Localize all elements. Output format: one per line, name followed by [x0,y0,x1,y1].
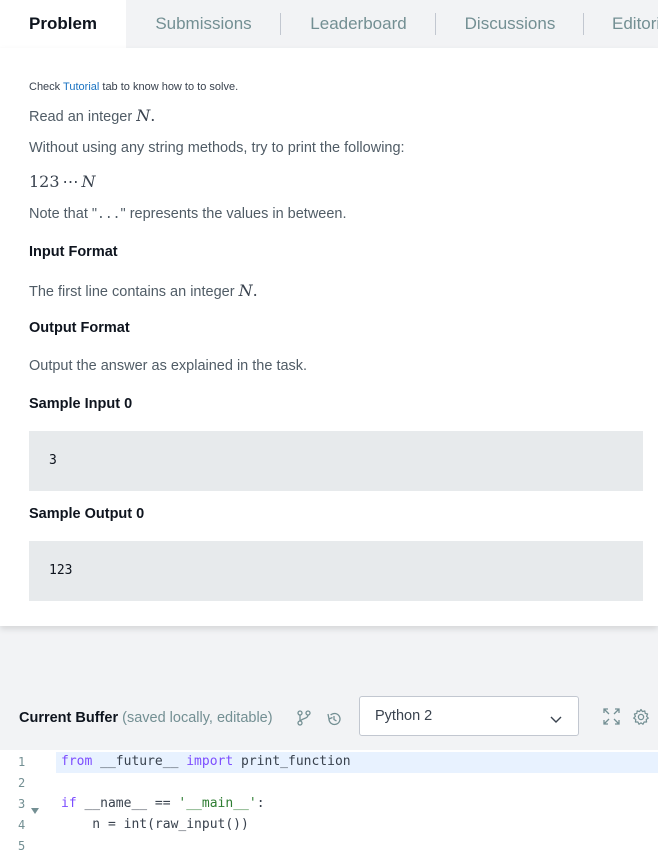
tutorial-hint: Check Tutorial tab to know how to to sol… [29,81,238,93]
tab-label: Leaderboard [310,14,407,33]
problem-tabs: Problem Submissions Leaderboard Discussi… [0,0,658,48]
tab-editorial[interactable]: Editorial [584,0,658,48]
gear-icon[interactable] [632,708,650,731]
note-code: ... [97,207,121,222]
math-punct: . [252,281,258,300]
note-prefix: Note that " [29,206,98,222]
code-token: if [61,796,77,811]
read-text: Read an integer [29,109,137,125]
history-icon[interactable] [326,711,342,732]
code-line[interactable]: 4 n = int(raw_input()) [0,815,658,836]
input-format-body: The first line contains an integer [29,284,239,300]
tutorial-link[interactable]: Tutorial [63,81,99,93]
math-punct: . [150,106,156,125]
code-text: from __future__ import print_function [61,754,351,769]
fullscreen-icon[interactable] [603,708,620,730]
code-line[interactable]: 5 [0,836,658,857]
code-text: if __name__ == '__main__': [61,796,265,811]
math-var: N [136,106,151,125]
sequence-digits: 123 [29,172,60,191]
hint-suffix: tab to know how to to solve. [99,81,239,93]
problem-statement-panel: Check Tutorial tab to know how to to sol… [0,48,658,626]
code-token: : [256,796,265,811]
line-number: 5 [18,839,26,853]
sample-input-box: 3 [29,431,643,491]
code-line[interactable]: 1 from __future__ import print_function [0,752,658,773]
tab-submissions[interactable]: Submissions [126,0,281,48]
code-token: __future__ [92,754,187,769]
line-number: 1 [18,755,26,769]
code-token: print_function [233,754,351,769]
tab-discussions[interactable]: Discussions [436,0,584,48]
code-token: import [186,754,234,769]
sample-input-value: 3 [49,453,57,468]
buffer-note: (saved locally, editable) [122,710,273,726]
sample-input-heading: Sample Input 0 [29,396,133,412]
math-var: N [238,281,253,300]
current-buffer-title: Current Buffer (saved locally, editable) [19,710,273,726]
code-token: from [61,754,93,769]
input-format-text: The first line contains an integer N. [29,281,258,300]
output-format-heading: Output Format [29,320,130,336]
language-select[interactable]: Python 2 [359,696,579,736]
tab-label: Submissions [155,14,252,33]
line-number: 2 [18,776,26,790]
task-description: Without using any string methods, try to… [29,140,405,156]
tab-problem[interactable]: Problem [0,0,126,48]
sequence-dots: ⋯ [62,172,79,191]
tab-leaderboard[interactable]: Leaderboard [281,0,436,48]
code-token: n = int(raw_input()) [61,817,249,832]
code-line[interactable]: 2 [0,773,658,794]
branch-icon[interactable] [297,710,311,731]
note-text: Note that "..." represents the values in… [29,206,347,222]
code-token: '__main__' [178,796,257,811]
note-suffix: " represents the values in between. [120,206,347,222]
read-instruction: Read an integer N. [29,106,155,125]
tab-label: Editorial [612,14,658,33]
tab-label: Problem [29,14,98,33]
sample-output-box: 123 [29,541,643,601]
code-token: __name__ == [76,796,179,811]
hint-prefix: Check [29,81,64,93]
math-var: N [81,172,96,191]
sample-output-value: 123 [49,563,73,578]
input-format-heading: Input Format [29,244,118,260]
chevron-down-icon [550,711,562,729]
code-editor[interactable]: 1 from __future__ import print_function … [0,750,658,858]
language-value: Python 2 [375,708,433,724]
buffer-title: Current Buffer [19,710,119,726]
sequence-formula: 123 ⋯ N [29,172,96,191]
code-text: n = int(raw_input()) [61,817,249,832]
code-line[interactable]: 3 if __name__ == '__main__': [0,794,658,815]
tab-label: Discussions [464,14,556,33]
output-format-text: Output the answer as explained in the ta… [29,358,308,374]
line-number: 4 [18,818,26,832]
sample-output-heading: Sample Output 0 [29,506,145,522]
